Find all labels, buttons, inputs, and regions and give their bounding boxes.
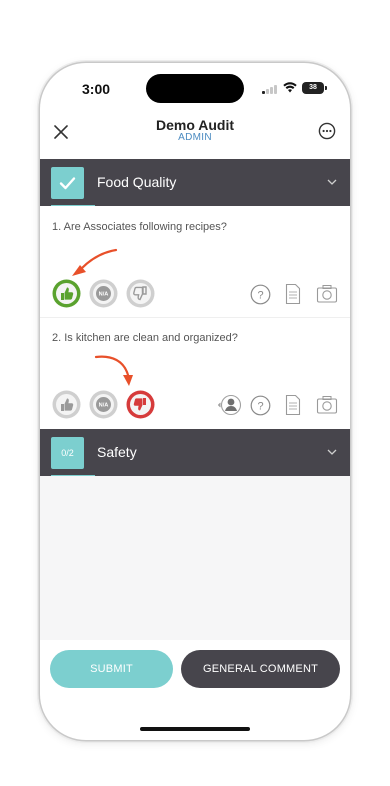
section-title: Food Quality	[97, 174, 177, 190]
signal-icon	[262, 84, 278, 94]
section-complete-badge	[51, 167, 84, 199]
answer-row: N/A ?	[40, 389, 350, 423]
section-header-safety[interactable]: 0/2 Safety	[40, 429, 350, 476]
not-applicable-icon[interactable]: N/A	[88, 389, 119, 420]
general-comment-button[interactable]: GENERAL COMMENT	[181, 650, 340, 688]
svg-text:?: ?	[257, 290, 263, 302]
chevron-down-icon[interactable]	[326, 446, 338, 458]
na-label: N/A	[99, 403, 109, 409]
chevron-down-icon[interactable]	[326, 176, 338, 188]
status-bar: 3:00 38	[40, 63, 350, 115]
camera-icon[interactable]	[316, 284, 338, 304]
question-text: 2. Is kitchen are clean and organized?	[52, 332, 238, 344]
divider	[40, 317, 350, 318]
not-applicable-icon[interactable]: N/A	[88, 278, 119, 309]
hint-arrow	[72, 248, 118, 276]
status-time: 3:00	[82, 81, 111, 97]
phone-frame: 3:00 38 Demo Audit ADMIN Food Quality 1.…	[40, 63, 350, 740]
battery-icon: 38	[302, 82, 327, 94]
nav-bar: Demo Audit ADMIN	[40, 115, 350, 159]
thumbs-down-icon[interactable]	[125, 389, 156, 420]
camera-icon[interactable]	[316, 395, 338, 415]
thumbs-up-icon[interactable]	[51, 278, 82, 309]
question-text: 1. Are Associates following recipes?	[52, 221, 227, 233]
notes-icon[interactable]	[285, 283, 301, 305]
home-indicator	[140, 727, 250, 731]
section-title: Safety	[97, 444, 137, 460]
answer-row: N/A ?	[40, 278, 350, 312]
na-label: N/A	[99, 292, 109, 298]
more-options-icon[interactable]	[318, 122, 336, 140]
thumbs-up-icon[interactable]	[51, 389, 82, 420]
help-icon[interactable]: ?	[250, 395, 271, 416]
thumbs-down-icon[interactable]	[125, 278, 156, 309]
svg-text:?: ?	[257, 401, 263, 413]
assign-user-icon[interactable]	[218, 394, 242, 416]
notes-icon[interactable]	[285, 394, 301, 416]
submit-button[interactable]: SUBMIT	[50, 650, 173, 688]
content-empty-area	[40, 476, 350, 640]
page-subtitle: ADMIN	[178, 132, 212, 143]
section-progress-underline	[51, 205, 95, 206]
wifi-icon	[283, 82, 297, 93]
section-header-food-quality[interactable]: Food Quality	[40, 159, 350, 206]
section-progress-badge: 0/2	[51, 437, 84, 469]
checkmark-icon	[59, 177, 76, 190]
dynamic-island	[146, 74, 244, 103]
page-title: Demo Audit	[155, 117, 235, 133]
help-icon[interactable]: ?	[250, 284, 271, 305]
